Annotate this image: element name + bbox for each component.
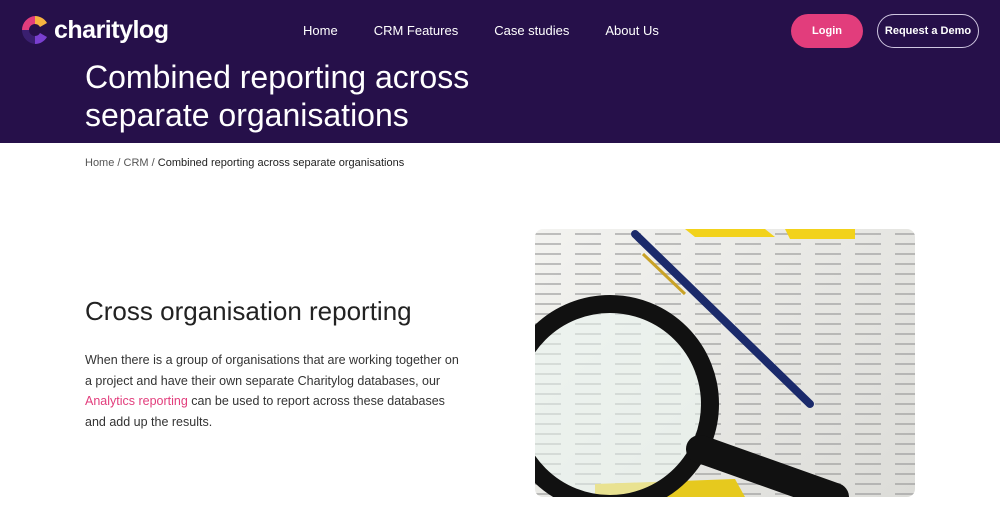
brand-name: charitylog	[54, 15, 169, 44]
page-title: Combined reporting across separate organi…	[85, 58, 469, 134]
main-nav: Home CRM Features Case studies About Us	[285, 23, 677, 38]
nav-crm-features[interactable]: CRM Features	[356, 23, 477, 38]
section-text: When there is a group of organisations t…	[85, 350, 465, 432]
request-demo-button[interactable]: Request a Demo	[877, 14, 979, 48]
breadcrumb: Home / CRM / Combined reporting across s…	[85, 157, 404, 169]
breadcrumb-separator: /	[117, 157, 121, 169]
breadcrumb-crm[interactable]: CRM	[124, 157, 149, 169]
nav-case-studies[interactable]: Case studies	[476, 23, 587, 38]
text-part: When there is a group of organisations t…	[85, 353, 459, 388]
nav-home[interactable]: Home	[285, 23, 356, 38]
magnifying-glass-spreadsheet-image	[535, 229, 915, 497]
header-hero: charitylog Home CRM Features Case studie…	[0, 0, 1000, 143]
nav-about-us[interactable]: About Us	[587, 23, 676, 38]
title-line-2: separate organisations	[85, 97, 409, 133]
breadcrumb-current: Combined reporting across separate organ…	[157, 157, 405, 169]
breadcrumb-separator: /	[151, 157, 155, 169]
title-line-1: Combined reporting across	[85, 59, 470, 95]
section-heading: Cross organisation reporting	[85, 296, 412, 326]
logo[interactable]: charitylog	[20, 14, 169, 46]
charitylog-logo-icon	[21, 16, 47, 44]
breadcrumb-home[interactable]: Home	[85, 157, 114, 169]
analytics-reporting-link[interactable]: Analytics reporting	[85, 394, 188, 408]
login-button[interactable]: Login	[791, 14, 863, 48]
